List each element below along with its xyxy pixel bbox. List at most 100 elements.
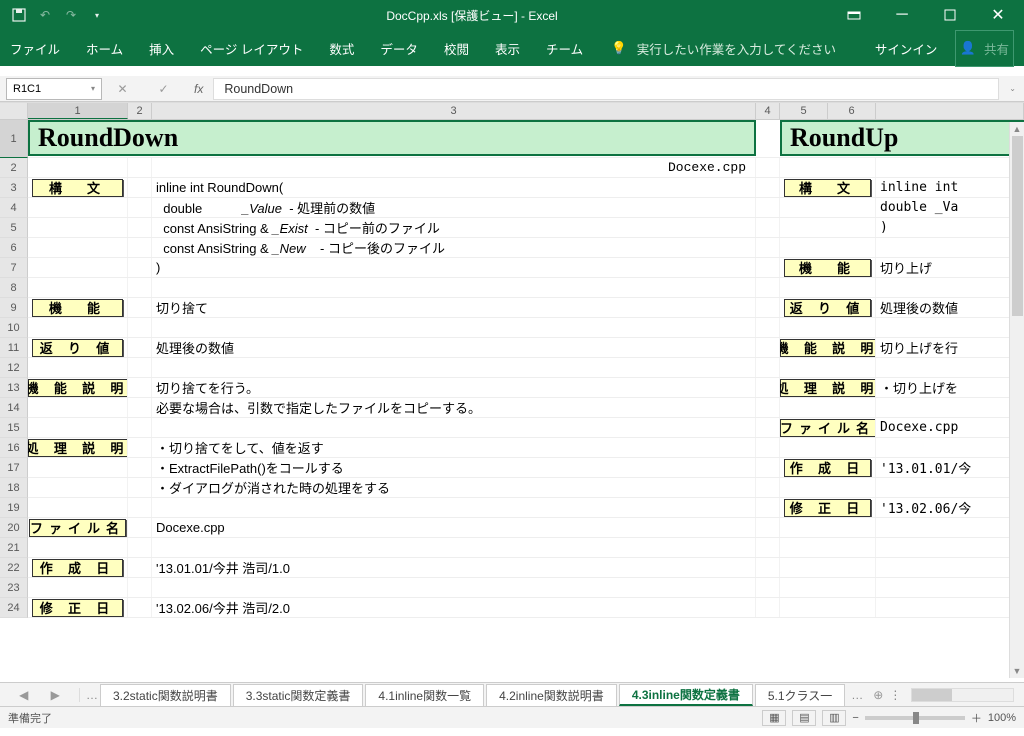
- row-header[interactable]: 2: [0, 158, 28, 178]
- row-header[interactable]: 4: [0, 198, 28, 218]
- sheet-tab[interactable]: 5.1クラス一: [755, 684, 845, 706]
- cell-text[interactable]: [876, 558, 1024, 577]
- cell-text[interactable]: [152, 158, 756, 177]
- cell-text[interactable]: [876, 538, 1024, 557]
- cell-text[interactable]: [876, 598, 1024, 617]
- cell-text[interactable]: 切り捨て: [152, 298, 756, 317]
- sheet-nav-next-icon[interactable]: ▶: [51, 688, 60, 702]
- zoom-level[interactable]: 100%: [988, 712, 1016, 724]
- cell-text[interactable]: 切り上げを行: [876, 338, 1024, 357]
- row-header[interactable]: 21: [0, 538, 28, 558]
- scroll-up-icon[interactable]: ▲: [1010, 122, 1024, 136]
- cell-text[interactable]: Docexe.cpp: [152, 518, 756, 537]
- sheet-more-left[interactable]: …: [86, 688, 98, 702]
- ribbon-options-icon[interactable]: [834, 3, 874, 27]
- zoom-in-button[interactable]: ＋: [971, 710, 982, 726]
- cell-text[interactable]: inline int: [876, 178, 1024, 197]
- tab-layout[interactable]: ページ レイアウト: [198, 35, 305, 62]
- cell-text[interactable]: Docexe.cpp: [876, 418, 1024, 437]
- formula-input[interactable]: RoundDown: [213, 78, 999, 100]
- tab-insert[interactable]: 挿入: [147, 35, 176, 62]
- cell-text[interactable]: ・ダイアログが消された時の処理をする: [152, 478, 756, 497]
- cell-text[interactable]: [152, 578, 756, 597]
- tab-view[interactable]: 表示: [493, 35, 522, 62]
- sheet-options-icon[interactable]: ⋮: [889, 688, 901, 702]
- enter-formula-icon[interactable]: ✓: [158, 82, 168, 96]
- sheet-more-right[interactable]: …: [851, 688, 863, 702]
- horizontal-scrollbar[interactable]: [911, 688, 1014, 702]
- cell-text[interactable]: ): [876, 218, 1024, 237]
- cell-text[interactable]: [876, 518, 1024, 537]
- row-header[interactable]: 19: [0, 498, 28, 518]
- signin-link[interactable]: サインイン: [873, 35, 940, 62]
- cell-text[interactable]: 必要な場合は、引数で指定したファイルをコピーする。: [152, 398, 756, 417]
- row-header[interactable]: 5: [0, 218, 28, 238]
- tell-me-search[interactable]: 💡 実行したい作業を入力してください: [607, 31, 840, 66]
- sheet-tab[interactable]: 3.2static関数説明書: [100, 684, 231, 706]
- cell-text[interactable]: [152, 538, 756, 557]
- tab-data[interactable]: データ: [378, 35, 420, 62]
- view-pagelayout-icon[interactable]: ▤: [792, 710, 816, 726]
- cell-text[interactable]: [876, 158, 1024, 177]
- cell-text[interactable]: [152, 318, 756, 337]
- col-header[interactable]: 3: [152, 103, 756, 119]
- cell-text[interactable]: inline int RoundDown(: [152, 178, 756, 197]
- cell-text[interactable]: '13.01.01/今井 浩司/1.0: [152, 558, 756, 577]
- cell-text[interactable]: double _Value - 処理前の数値: [152, 198, 756, 217]
- cell-text[interactable]: [876, 318, 1024, 337]
- tab-formulas[interactable]: 数式: [327, 35, 356, 62]
- close-icon[interactable]: ✕: [978, 3, 1018, 27]
- maximize-icon[interactable]: [930, 3, 970, 27]
- tab-team[interactable]: チーム: [544, 35, 585, 62]
- tab-home[interactable]: ホーム: [84, 35, 125, 62]
- share-button[interactable]: 👤 共有: [955, 30, 1014, 67]
- cell-text[interactable]: [876, 398, 1024, 417]
- cell-text[interactable]: 処理後の数値: [876, 298, 1024, 317]
- cell-text[interactable]: double _Va: [876, 198, 1024, 217]
- row-header[interactable]: 3: [0, 178, 28, 198]
- cell-text[interactable]: '13.01.01/今: [876, 458, 1024, 477]
- row-header[interactable]: 12: [0, 358, 28, 378]
- scrollbar-thumb[interactable]: [912, 689, 952, 701]
- row-header[interactable]: 10: [0, 318, 28, 338]
- name-box[interactable]: R1C1 ▾: [6, 78, 102, 100]
- row-header[interactable]: 7: [0, 258, 28, 278]
- scrollbar-thumb[interactable]: [1012, 136, 1023, 316]
- row-header[interactable]: 9: [0, 298, 28, 318]
- cell-text[interactable]: [152, 278, 756, 297]
- row-header[interactable]: 15: [0, 418, 28, 438]
- cell-text[interactable]: [876, 238, 1024, 257]
- row-header[interactable]: 17: [0, 458, 28, 478]
- row-header[interactable]: 14: [0, 398, 28, 418]
- cell-text[interactable]: [876, 578, 1024, 597]
- col-header[interactable]: 1: [28, 103, 128, 119]
- cell-text[interactable]: ・切り捨てをして、値を返す: [152, 438, 756, 457]
- row-header[interactable]: 8: [0, 278, 28, 298]
- cell-text[interactable]: [876, 358, 1024, 377]
- formula-expand-icon[interactable]: ⌄: [1009, 84, 1016, 93]
- cell-text[interactable]: const AnsiString & _New - コピー後のファイル: [152, 238, 756, 257]
- cell-text[interactable]: ): [152, 258, 756, 277]
- zoom-out-button[interactable]: −: [852, 712, 858, 724]
- cell-text[interactable]: '13.02.06/今井 浩司/2.0: [152, 598, 756, 617]
- fx-icon[interactable]: fx: [184, 82, 213, 96]
- scroll-down-icon[interactable]: ▼: [1010, 664, 1024, 678]
- row-header[interactable]: 6: [0, 238, 28, 258]
- sheet-tab[interactable]: 4.1inline関数一覧: [365, 684, 484, 706]
- row-header[interactable]: 16: [0, 438, 28, 458]
- row-header[interactable]: 22: [0, 558, 28, 578]
- row-header[interactable]: 1: [0, 120, 28, 158]
- tab-file[interactable]: ファイル: [8, 35, 62, 62]
- view-normal-icon[interactable]: ▦: [762, 710, 786, 726]
- cell-text[interactable]: 切り上げ: [876, 258, 1024, 277]
- sheet-tab[interactable]: 3.3static関数定義書: [233, 684, 364, 706]
- sheet-nav-prev-icon[interactable]: ◀: [19, 688, 28, 702]
- col-header[interactable]: 5: [780, 103, 828, 119]
- sheet-tab[interactable]: 4.2inline関数説明書: [486, 684, 617, 706]
- row-header[interactable]: 23: [0, 578, 28, 598]
- cell-text[interactable]: ・ExtractFilePath()をコールする: [152, 458, 756, 477]
- row-header[interactable]: 20: [0, 518, 28, 538]
- col-header[interactable]: 2: [128, 103, 152, 119]
- select-all-button[interactable]: [0, 103, 28, 119]
- col-header[interactable]: 6: [828, 103, 876, 119]
